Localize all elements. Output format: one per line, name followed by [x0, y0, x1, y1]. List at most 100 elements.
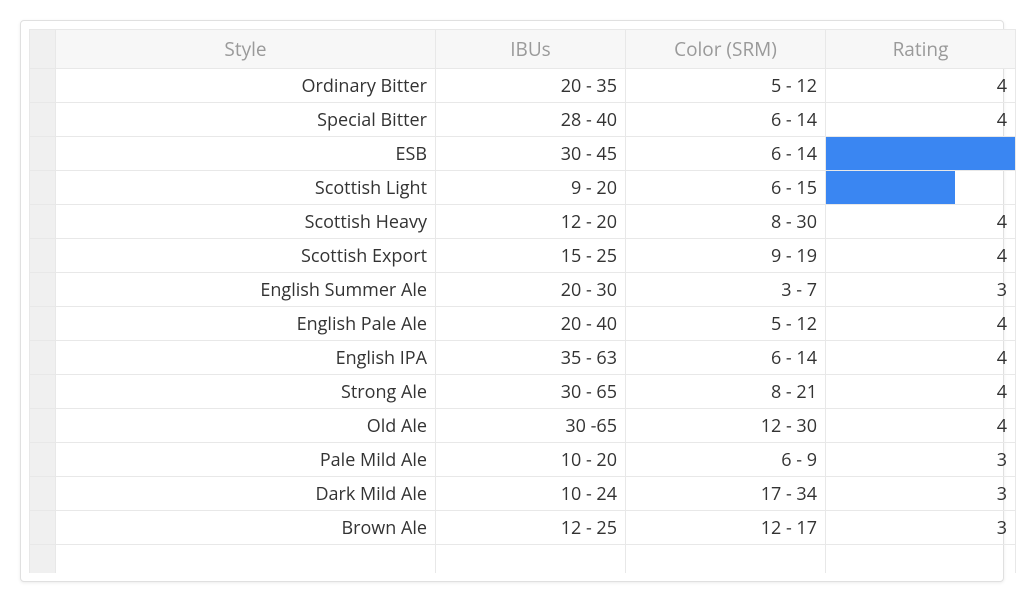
ibus-cell[interactable]: 20 - 40 — [436, 307, 626, 341]
row-number-cell[interactable] — [30, 409, 56, 443]
ibus-cell[interactable]: 15 - 25 — [436, 239, 626, 273]
row-number-cell[interactable] — [30, 69, 56, 103]
style-cell[interactable]: Old Ale — [56, 409, 436, 443]
row-number-cell[interactable] — [30, 239, 56, 273]
header-color[interactable]: Color (SRM) — [626, 30, 826, 69]
rating-cell[interactable]: 3 — [826, 477, 1016, 511]
row-number-cell[interactable] — [30, 273, 56, 307]
empty-cell — [626, 545, 826, 573]
row-number-cell[interactable] — [30, 443, 56, 477]
row-number-cell[interactable] — [30, 205, 56, 239]
color-cell[interactable]: 12 - 17 — [626, 511, 826, 545]
style-cell[interactable]: Brown Ale — [56, 511, 436, 545]
color-cell[interactable]: 8 - 21 — [626, 375, 826, 409]
table-row: English Summer Ale20 - 303 - 73 — [30, 273, 1016, 307]
rating-cell[interactable]: 3 — [826, 511, 1016, 545]
row-number-cell[interactable] — [30, 477, 56, 511]
color-cell[interactable]: 9 - 19 — [626, 239, 826, 273]
rating-cell[interactable]: 4 — [826, 69, 1016, 103]
table-row: Special Bitter28 - 406 - 144 — [30, 103, 1016, 137]
ibus-cell[interactable]: 9 - 20 — [436, 171, 626, 205]
ibus-cell[interactable]: 12 - 25 — [436, 511, 626, 545]
row-number-cell[interactable] — [30, 341, 56, 375]
table-row: Scottish Light9 - 206 - 15 — [30, 171, 1016, 205]
style-cell[interactable]: Scottish Export — [56, 239, 436, 273]
row-number-cell[interactable] — [30, 511, 56, 545]
rating-cell[interactable] — [826, 137, 1016, 171]
table-row: ESB30 - 456 - 14 — [30, 137, 1016, 171]
style-cell[interactable]: Pale Mild Ale — [56, 443, 436, 477]
style-cell[interactable]: Scottish Light — [56, 171, 436, 205]
ibus-cell[interactable]: 10 - 24 — [436, 477, 626, 511]
style-cell[interactable]: English Pale Ale — [56, 307, 436, 341]
beer-styles-table: Style IBUs Color (SRM) Rating Ordinary B… — [29, 29, 1016, 573]
rating-cell[interactable]: 4 — [826, 239, 1016, 273]
style-cell[interactable]: Ordinary Bitter — [56, 69, 436, 103]
style-cell[interactable]: ESB — [56, 137, 436, 171]
color-cell[interactable]: 6 - 15 — [626, 171, 826, 205]
rating-bar — [826, 171, 955, 204]
ibus-cell[interactable]: 30 -65 — [436, 409, 626, 443]
style-cell[interactable]: Scottish Heavy — [56, 205, 436, 239]
rating-cell[interactable]: 3 — [826, 443, 1016, 477]
table-row: English IPA35 - 636 - 144 — [30, 341, 1016, 375]
table-row: Scottish Export15 - 259 - 194 — [30, 239, 1016, 273]
color-cell[interactable]: 5 - 12 — [626, 307, 826, 341]
style-cell[interactable]: Dark Mild Ale — [56, 477, 436, 511]
color-cell[interactable]: 6 - 14 — [626, 137, 826, 171]
rating-cell[interactable]: 4 — [826, 409, 1016, 443]
color-cell[interactable]: 8 - 30 — [626, 205, 826, 239]
table-row: Brown Ale12 - 2512 - 173 — [30, 511, 1016, 545]
rating-cell[interactable]: 4 — [826, 307, 1016, 341]
ibus-cell[interactable]: 35 - 63 — [436, 341, 626, 375]
ibus-cell[interactable]: 12 - 20 — [436, 205, 626, 239]
color-cell[interactable]: 6 - 14 — [626, 341, 826, 375]
ibus-cell[interactable]: 20 - 30 — [436, 273, 626, 307]
table-row: Old Ale30 -6512 - 304 — [30, 409, 1016, 443]
ibus-cell[interactable]: 30 - 65 — [436, 375, 626, 409]
row-number-cell[interactable] — [30, 171, 56, 205]
table-row: Ordinary Bitter20 - 355 - 124 — [30, 69, 1016, 103]
empty-cell — [56, 545, 436, 573]
table-row: Pale Mild Ale10 - 206 - 93 — [30, 443, 1016, 477]
row-number-cell[interactable] — [30, 375, 56, 409]
style-cell[interactable]: English Summer Ale — [56, 273, 436, 307]
rating-cell[interactable]: 4 — [826, 341, 1016, 375]
rating-cell[interactable]: 4 — [826, 103, 1016, 137]
row-number-cell[interactable] — [30, 137, 56, 171]
rating-cell[interactable] — [826, 171, 1016, 205]
empty-cell — [826, 545, 1016, 573]
ibus-cell[interactable]: 20 - 35 — [436, 69, 626, 103]
style-cell[interactable]: Special Bitter — [56, 103, 436, 137]
rating-cell[interactable]: 4 — [826, 375, 1016, 409]
row-number-cell[interactable] — [30, 307, 56, 341]
style-cell[interactable]: Strong Ale — [56, 375, 436, 409]
empty-cell — [30, 545, 56, 573]
table-row: Strong Ale30 - 658 - 214 — [30, 375, 1016, 409]
ibus-cell[interactable]: 28 - 40 — [436, 103, 626, 137]
color-cell[interactable]: 6 - 14 — [626, 103, 826, 137]
table-row: Dark Mild Ale10 - 2417 - 343 — [30, 477, 1016, 511]
header-rating[interactable]: Rating — [826, 30, 1016, 69]
ibus-cell[interactable]: 30 - 45 — [436, 137, 626, 171]
color-cell[interactable]: 12 - 30 — [626, 409, 826, 443]
row-number-cell[interactable] — [30, 103, 56, 137]
table-row: English Pale Ale20 - 405 - 124 — [30, 307, 1016, 341]
table-row: Scottish Heavy12 - 208 - 304 — [30, 205, 1016, 239]
color-cell[interactable]: 6 - 9 — [626, 443, 826, 477]
rating-bar — [826, 137, 1015, 170]
style-cell[interactable]: English IPA — [56, 341, 436, 375]
spacer-row — [30, 545, 1016, 573]
ibus-cell[interactable]: 10 - 20 — [436, 443, 626, 477]
color-cell[interactable]: 17 - 34 — [626, 477, 826, 511]
rating-cell[interactable]: 3 — [826, 273, 1016, 307]
color-cell[interactable]: 3 - 7 — [626, 273, 826, 307]
header-row: Style IBUs Color (SRM) Rating — [30, 30, 1016, 69]
empty-cell — [436, 545, 626, 573]
header-style[interactable]: Style — [56, 30, 436, 69]
header-ibus[interactable]: IBUs — [436, 30, 626, 69]
color-cell[interactable]: 5 - 12 — [626, 69, 826, 103]
header-corner — [30, 30, 56, 69]
table-container: Style IBUs Color (SRM) Rating Ordinary B… — [20, 20, 1004, 582]
rating-cell[interactable]: 4 — [826, 205, 1016, 239]
